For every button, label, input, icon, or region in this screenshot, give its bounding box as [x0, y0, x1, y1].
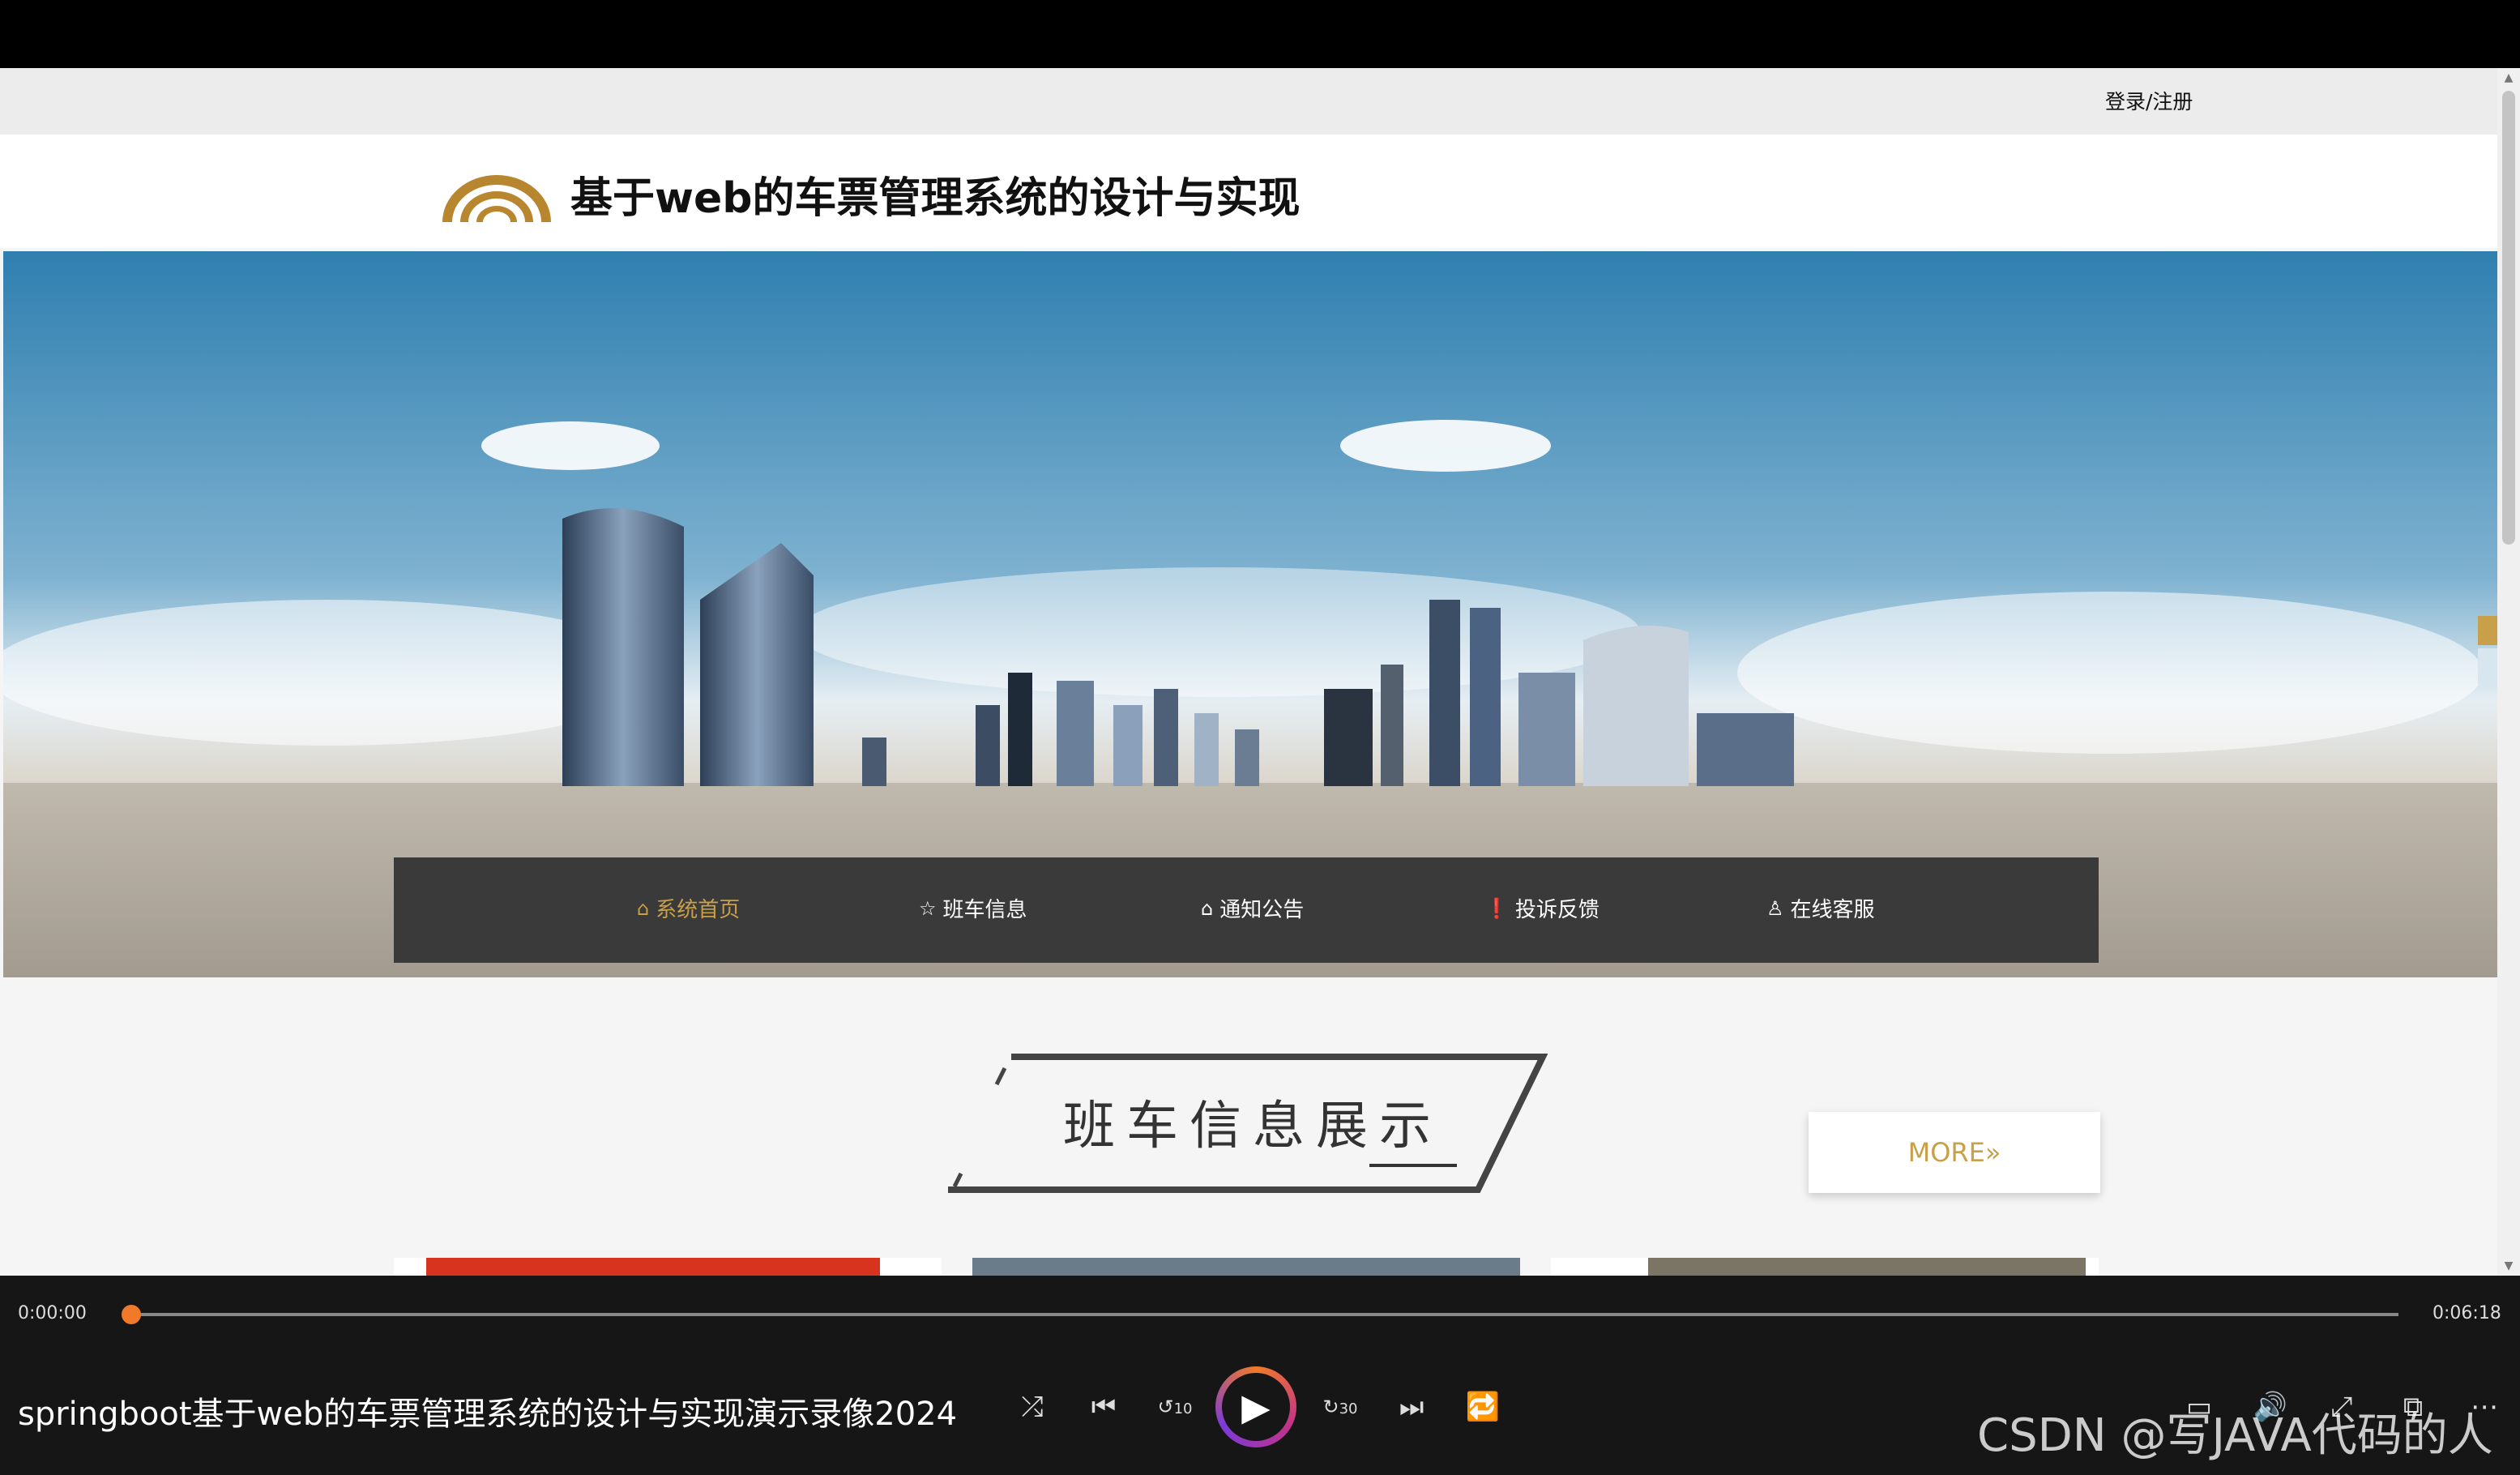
- main-nav: ⌂ 系统首页 ☆ 班车信息 ⌂ 通知公告 ❗ 投诉反馈 ♙ 在线客服: [394, 857, 2099, 963]
- info-icon: ❗: [1484, 896, 1509, 920]
- nav-item-home[interactable]: ⌂ 系统首页: [637, 893, 740, 923]
- scroll-down-icon[interactable]: ▼: [2502, 1259, 2515, 1272]
- nav-item-support[interactable]: ♙ 在线客服: [1766, 893, 1875, 923]
- bus-thumbnail[interactable]: [972, 1258, 1520, 1276]
- repeat-icon[interactable]: 🔁: [1463, 1387, 1502, 1426]
- site-logo: [442, 175, 551, 222]
- previous-icon[interactable]: ⏮: [1084, 1387, 1123, 1426]
- page-scrollbar[interactable]: ▲ ▼: [2497, 68, 2520, 1276]
- scrollbar-thumb[interactable]: [2502, 91, 2515, 545]
- more-button[interactable]: MORE»: [1809, 1112, 2100, 1193]
- nav-item-label: 在线客服: [1790, 898, 1875, 922]
- nav-item-feedback[interactable]: ❗ 投诉反馈: [1484, 893, 1600, 923]
- lock-icon: ⌂: [1201, 896, 1214, 920]
- next-icon[interactable]: ⏭: [1392, 1387, 1431, 1426]
- video-player-bar: 0:00:00 0:06:18 springboot基于web的车票管理系统的设…: [0, 1276, 2520, 1475]
- nav-item-label: 通知公告: [1219, 898, 1305, 922]
- play-button[interactable]: ▶: [1215, 1366, 1296, 1447]
- bus-thumbnail[interactable]: [1551, 1258, 2099, 1276]
- user-icon: ♙: [1766, 896, 1784, 920]
- video-title: springboot基于web的车票管理系统的设计与实现演示录像2024: [18, 1396, 958, 1433]
- play-icon[interactable]: ▶: [1222, 1373, 1290, 1441]
- login-register-link[interactable]: 登录/注册: [2105, 86, 2193, 115]
- nav-item-label: 系统首页: [656, 898, 741, 922]
- star-icon: ☆: [919, 896, 937, 920]
- forward-30-icon[interactable]: ↻30: [1321, 1387, 1360, 1426]
- rewind-10-icon[interactable]: ↺10: [1155, 1387, 1194, 1426]
- section-heading: 班车信息展示: [948, 1052, 1548, 1198]
- nav-item-label: 投诉反馈: [1514, 898, 1600, 922]
- site-title: 基于web的车票管理系统的设计与实现: [570, 174, 1301, 223]
- bus-thumbnail[interactable]: [394, 1258, 942, 1276]
- nav-item-label: 班车信息: [942, 898, 1027, 922]
- utility-bar: 登录/注册: [0, 68, 2509, 135]
- nav-item-notices[interactable]: ⌂ 通知公告: [1201, 893, 1304, 923]
- total-time: 0:06:18: [2432, 1303, 2501, 1323]
- current-time: 0:00:00: [18, 1303, 87, 1323]
- nav-item-bus-info[interactable]: ☆ 班车信息: [919, 893, 1027, 923]
- side-float-tab[interactable]: [2478, 648, 2497, 684]
- csdn-watermark: CSDN @写JAVA代码的人: [1977, 1409, 2493, 1462]
- shuffle-icon[interactable]: ⤮: [1013, 1387, 1052, 1426]
- browser-viewport: 登录/注册 基于web的车票管理系统的设计与实现 ⌂ 系统首页 ☆ 班车信息 ⌂…: [0, 68, 2509, 1276]
- home-icon: ⌂: [637, 896, 650, 920]
- scroll-up-icon[interactable]: ▲: [2502, 71, 2515, 84]
- section-title: 班车信息展示: [1063, 1097, 1442, 1156]
- progress-track[interactable]: [130, 1313, 2398, 1316]
- window-top-bar: [0, 0, 2520, 68]
- progress-knob[interactable]: [122, 1305, 141, 1324]
- side-float-tab[interactable]: [2478, 616, 2497, 645]
